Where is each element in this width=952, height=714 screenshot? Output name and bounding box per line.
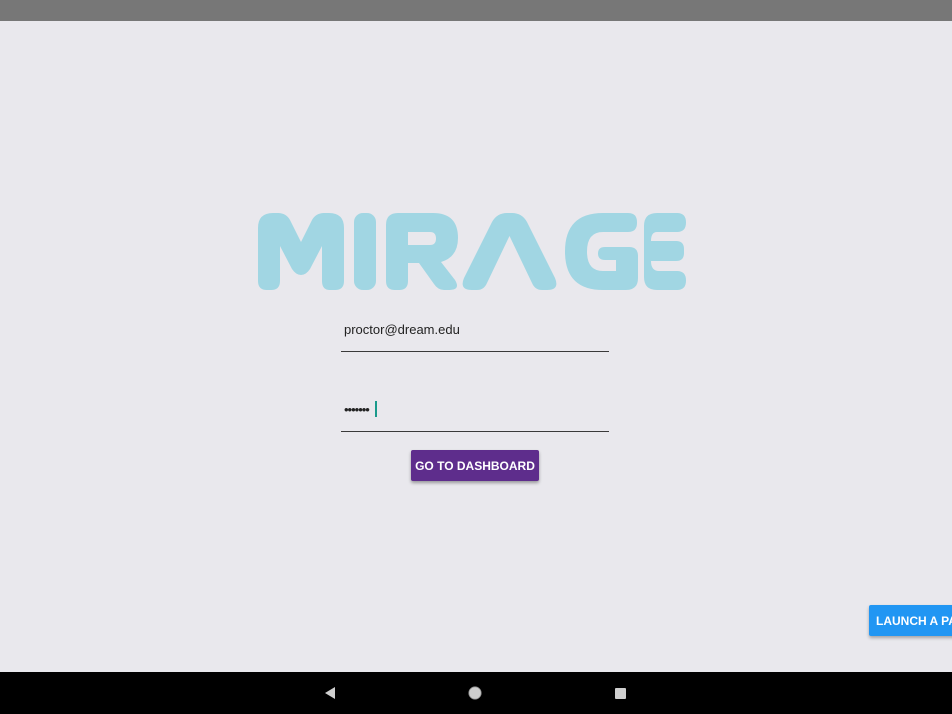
mirage-logo: [258, 213, 686, 290]
launch-button[interactable]: LAUNCH A PA: [869, 605, 952, 636]
password-input[interactable]: [341, 398, 607, 420]
password-field[interactable]: [341, 398, 609, 432]
back-triangle-icon[interactable]: [319, 682, 341, 704]
email-field[interactable]: [341, 316, 609, 352]
navigation-bar: [0, 672, 952, 714]
text-cursor: [375, 401, 377, 417]
status-bar: [0, 0, 952, 21]
go-to-dashboard-button[interactable]: GO TO DASHBOARD: [411, 450, 539, 481]
recents-square-icon[interactable]: [609, 682, 631, 704]
home-circle-icon[interactable]: [464, 682, 486, 704]
email-input[interactable]: [341, 318, 607, 340]
app-screen: GO TO DASHBOARD LAUNCH A PA: [0, 21, 952, 672]
